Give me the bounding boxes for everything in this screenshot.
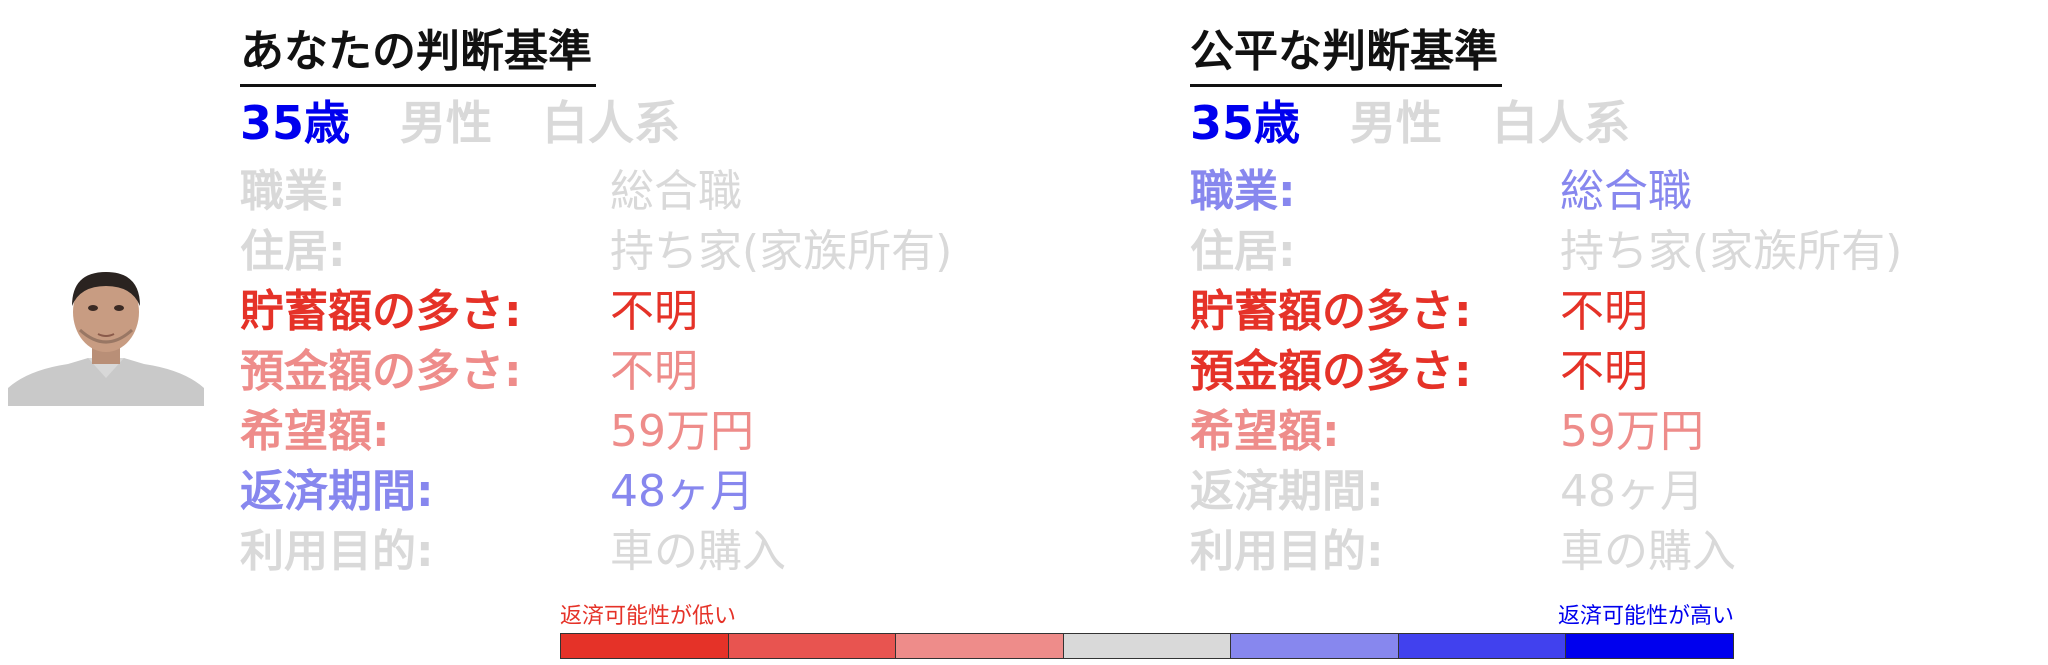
row-purpose: 利用目的: 車の購入 bbox=[1190, 511, 2010, 577]
row-label: 貯蓄額の多さ: bbox=[240, 286, 522, 337]
row-occupation: 職業: 総合職 bbox=[240, 151, 1060, 217]
age-tag: 35歳 bbox=[240, 96, 351, 150]
panel-title: あなたの判断基準 bbox=[240, 20, 596, 87]
row-label: 利用目的: bbox=[240, 526, 434, 577]
row-value: 48ヶ月 bbox=[1560, 466, 1704, 517]
gender-tag: 男性 bbox=[400, 96, 493, 150]
row-deposits: 預金額の多さ: 不明 bbox=[240, 331, 1060, 397]
row-savings: 貯蓄額の多さ: 不明 bbox=[1190, 271, 2010, 337]
row-label: 住居: bbox=[1190, 226, 1296, 277]
row-value: 車の購入 bbox=[610, 526, 786, 577]
row-value: 48ヶ月 bbox=[610, 466, 754, 517]
row-label: 希望額: bbox=[240, 406, 390, 457]
row-value: 持ち家(家族所有) bbox=[610, 226, 953, 277]
row-label: 預金額の多さ: bbox=[240, 346, 522, 397]
legend-low-label: 返済可能性が低い bbox=[560, 604, 737, 629]
row-value: 不明 bbox=[1560, 346, 1648, 397]
scale-segment bbox=[561, 634, 729, 658]
row-requested-amount: 希望額: 59万円 bbox=[240, 391, 1060, 457]
row-label: 返済期間: bbox=[1190, 466, 1384, 517]
row-label: 預金額の多さ: bbox=[1190, 346, 1472, 397]
row-repayment-period: 返済期間: 48ヶ月 bbox=[240, 451, 1060, 517]
ethnicity-tag: 白人系 bbox=[1492, 96, 1631, 150]
row-housing: 住居: 持ち家(家族所有) bbox=[1190, 211, 2010, 277]
scale-segment bbox=[1398, 634, 1567, 658]
scale-segment bbox=[1566, 634, 1734, 658]
gender-tag: 男性 bbox=[1350, 96, 1443, 150]
row-label: 貯蓄額の多さ: bbox=[1190, 286, 1472, 337]
panel-fair-criteria: 公平な判断基準 35歳 男性 白人系 職業: 総合職 住居: 持ち家(家族所有)… bbox=[1190, 20, 2010, 577]
row-value: 59万円 bbox=[1560, 406, 1704, 457]
row-deposits: 預金額の多さ: 不明 bbox=[1190, 331, 2010, 397]
row-repayment-period: 返済期間: 48ヶ月 bbox=[1190, 451, 2010, 517]
demographics: 35歳 男性 白人系 bbox=[1190, 89, 2010, 151]
panel-your-criteria: あなたの判断基準 35歳 男性 白人系 職業: 総合職 住居: 持ち家(家族所有… bbox=[240, 20, 1060, 577]
row-value: 不明 bbox=[610, 346, 698, 397]
row-label: 職業: bbox=[1190, 166, 1296, 217]
ethnicity-tag: 白人系 bbox=[542, 96, 681, 150]
demographics: 35歳 男性 白人系 bbox=[240, 89, 1060, 151]
age-tag: 35歳 bbox=[1190, 96, 1301, 150]
scale-segment bbox=[728, 634, 897, 658]
row-value: 総合職 bbox=[610, 166, 742, 217]
panel-title: 公平な判断基準 bbox=[1190, 20, 1502, 87]
row-purpose: 利用目的: 車の購入 bbox=[240, 511, 1060, 577]
row-value: 不明 bbox=[1560, 286, 1648, 337]
row-value: 不明 bbox=[610, 286, 698, 337]
scale-segment bbox=[1063, 634, 1232, 658]
row-savings: 貯蓄額の多さ: 不明 bbox=[240, 271, 1060, 337]
row-label: 住居: bbox=[240, 226, 346, 277]
row-value: 59万円 bbox=[610, 406, 754, 457]
person-photo bbox=[8, 270, 204, 406]
color-scale-bar bbox=[560, 633, 1734, 659]
row-label: 利用目的: bbox=[1190, 526, 1384, 577]
legend-high-label: 返済可能性が高い bbox=[1557, 604, 1734, 629]
row-value: 総合職 bbox=[1560, 166, 1692, 217]
row-value: 持ち家(家族所有) bbox=[1560, 226, 1903, 277]
row-occupation: 職業: 総合職 bbox=[1190, 151, 2010, 217]
row-label: 希望額: bbox=[1190, 406, 1340, 457]
row-housing: 住居: 持ち家(家族所有) bbox=[240, 211, 1060, 277]
row-label: 返済期間: bbox=[240, 466, 434, 517]
row-value: 車の購入 bbox=[1560, 526, 1736, 577]
row-requested-amount: 希望額: 59万円 bbox=[1190, 391, 2010, 457]
scale-segment bbox=[1231, 634, 1399, 658]
row-label: 職業: bbox=[240, 166, 346, 217]
scale-segment bbox=[896, 634, 1064, 658]
